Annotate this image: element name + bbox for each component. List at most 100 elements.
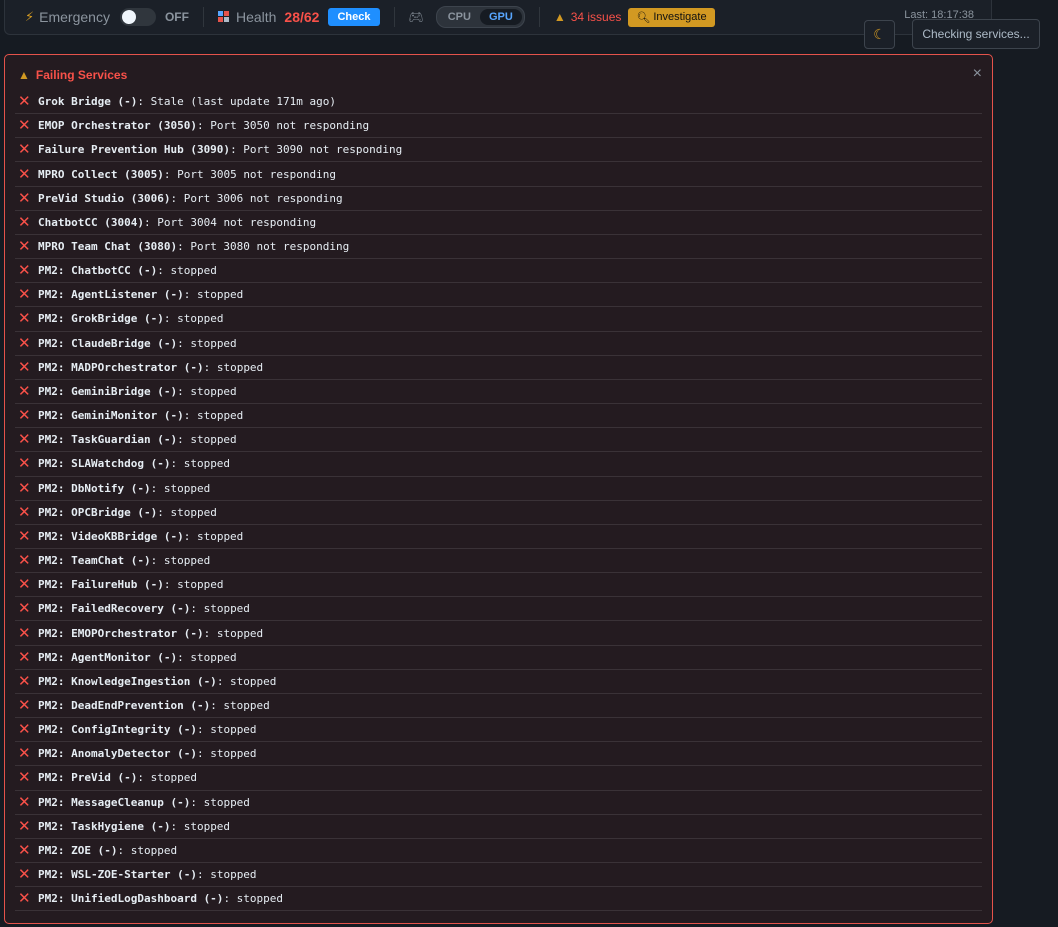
service-status: : stopped bbox=[183, 529, 244, 543]
error-x-icon: ✕ bbox=[18, 213, 31, 231]
error-x-icon: ✕ bbox=[18, 93, 31, 111]
list-item: ✕ PM2: MessageCleanup (-): stopped bbox=[15, 791, 982, 815]
error-x-icon: ✕ bbox=[18, 866, 31, 884]
service-name: PM2: FailedRecovery (-) bbox=[38, 602, 191, 616]
service-text: PM2: KnowledgeIngestion (-): stopped bbox=[38, 675, 276, 688]
service-name: PM2: ChatbotCC (-) bbox=[38, 264, 158, 278]
service-name: MPRO Collect (3005) bbox=[38, 167, 164, 181]
status-toast: Checking services... bbox=[912, 19, 1040, 49]
error-x-icon: ✕ bbox=[18, 527, 31, 545]
health-value: 28/62 bbox=[284, 9, 320, 25]
service-name: EMOP Orchestrator (3050) bbox=[38, 119, 197, 133]
list-item: ✕ PM2: TaskHygiene (-): stopped bbox=[15, 815, 982, 839]
list-item: ✕ EMOP Orchestrator (3050): Port 3050 not… bbox=[15, 114, 982, 139]
service-name: PM2: TaskGuardian (-) bbox=[38, 433, 178, 447]
emergency-label: Emergency bbox=[39, 9, 110, 25]
service-status: : stopped bbox=[183, 288, 244, 302]
service-text: PM2: GrokBridge (-): stopped bbox=[38, 312, 223, 325]
service-text: PM2: MessageCleanup (-): stopped bbox=[38, 796, 250, 809]
emergency-toggle[interactable] bbox=[119, 8, 156, 26]
list-item: ✕ PM2: OPCBridge (-): stopped bbox=[15, 501, 982, 525]
top-status-bar: ⚡ Emergency OFF Health 28/62 Check 🎮︎ CP… bbox=[4, 0, 992, 35]
service-name: PM2: AgentMonitor (-) bbox=[38, 650, 178, 664]
list-item: ✕ PM2: GeminiBridge (-): stopped bbox=[15, 380, 982, 405]
service-status: : stopped bbox=[177, 433, 237, 447]
moon-icon: ☾ bbox=[873, 26, 886, 42]
service-status: : stopped bbox=[196, 868, 257, 882]
compute-section: 🎮︎ CPU GPU bbox=[409, 0, 525, 34]
service-text: PM2: ChatbotCC (-): stopped bbox=[38, 264, 217, 277]
error-x-icon: ✕ bbox=[18, 817, 31, 835]
service-text: PM2: FailureHub (-): stopped bbox=[38, 578, 223, 591]
service-text: PM2: GeminiBridge (-): stopped bbox=[38, 385, 237, 398]
close-icon[interactable]: × bbox=[973, 66, 982, 82]
service-name: PM2: GeminiMonitor (-) bbox=[38, 409, 184, 423]
error-x-icon: ✕ bbox=[18, 455, 31, 473]
service-status: : stopped bbox=[177, 336, 237, 350]
service-name: PM2: UnifiedLogDashboard (-) bbox=[38, 892, 224, 906]
service-status: : stopped bbox=[150, 554, 211, 568]
list-item: ✕ PM2: VideoKBBridge (-): stopped bbox=[15, 525, 982, 549]
list-item: ✕ PM2: PreVid (-): stopped bbox=[15, 766, 982, 791]
toggle-knob bbox=[121, 10, 136, 24]
error-x-icon: ✕ bbox=[18, 721, 31, 739]
error-x-icon: ✕ bbox=[18, 624, 31, 642]
service-text: ChatbotCC (3004): Port 3004 not respondi… bbox=[38, 216, 316, 229]
issues-count[interactable]: 34 issues bbox=[571, 10, 622, 24]
error-x-icon: ✕ bbox=[18, 793, 31, 811]
service-text: PM2: TaskHygiene (-): stopped bbox=[38, 820, 230, 833]
error-x-icon: ✕ bbox=[18, 358, 31, 376]
panel-header: ▲ Failing Services bbox=[18, 68, 127, 82]
list-item: ✕ PreVid Studio (3006): Port 3006 not res… bbox=[15, 187, 982, 211]
warning-icon: ▲ bbox=[553, 10, 566, 24]
cpu-option[interactable]: CPU bbox=[439, 9, 480, 25]
service-text: PM2: ClaudeBridge (-): stopped bbox=[38, 337, 237, 350]
list-item: ✕ PM2: TeamChat (-): stopped bbox=[15, 549, 982, 574]
service-name: PM2: TeamChat (-) bbox=[38, 554, 151, 568]
magnifier-icon: 🔍︎ bbox=[636, 11, 651, 24]
list-item: ✕ PM2: AgentListener (-): stopped bbox=[15, 283, 982, 308]
service-name: PM2: EMOPOrchestrator (-) bbox=[38, 626, 204, 640]
service-status: : stopped bbox=[223, 892, 284, 906]
check-button[interactable]: Check bbox=[328, 8, 380, 26]
error-x-icon: ✕ bbox=[18, 407, 31, 425]
error-x-icon: ✕ bbox=[18, 576, 31, 594]
investigate-label: Investigate bbox=[653, 11, 707, 23]
theme-toggle-button[interactable]: ☾ bbox=[864, 20, 895, 49]
service-text: MPRO Team Chat (3080): Port 3080 not res… bbox=[38, 240, 349, 253]
list-item: ✕ PM2: FailedRecovery (-): stopped bbox=[15, 597, 982, 622]
list-item: ✕ Failure Prevention Hub (3090): Port 309… bbox=[15, 138, 982, 163]
investigate-button[interactable]: 🔍︎ Investigate bbox=[628, 7, 715, 27]
service-name: PM2: ZOE (-) bbox=[38, 843, 118, 857]
service-name: PM2: AnomalyDetector (-) bbox=[38, 747, 197, 761]
service-name: PM2: WSL-ZOE-Starter (-) bbox=[38, 868, 197, 882]
service-name: PM2: MessageCleanup (-) bbox=[38, 795, 191, 809]
error-x-icon: ✕ bbox=[18, 334, 31, 352]
list-item: ✕ PM2: MADPOrchestrator (-): stopped bbox=[15, 356, 982, 380]
service-name: PM2: AgentListener (-) bbox=[38, 288, 184, 302]
error-x-icon: ✕ bbox=[18, 841, 31, 859]
service-status: : Stale (last update 171m ago) bbox=[137, 95, 337, 109]
service-text: PM2: OPCBridge (-): stopped bbox=[38, 506, 217, 519]
service-name: Grok Bridge (-) bbox=[38, 95, 138, 109]
service-status: : Port 3006 not responding bbox=[170, 191, 343, 205]
error-x-icon: ✕ bbox=[18, 696, 31, 714]
service-text: PM2: TeamChat (-): stopped bbox=[38, 554, 210, 567]
service-status: : stopped bbox=[203, 626, 264, 640]
lightning-icon: ⚡ bbox=[25, 9, 35, 24]
panel-title: Failing Services bbox=[35, 68, 128, 82]
service-name: PM2: FailureHub (-) bbox=[38, 578, 164, 592]
gpu-option[interactable]: GPU bbox=[479, 9, 522, 25]
service-status: : stopped bbox=[157, 505, 217, 519]
list-item: ✕ PM2: KnowledgeIngestion (-): stopped bbox=[15, 670, 982, 694]
error-x-icon: ✕ bbox=[18, 648, 31, 666]
error-x-icon: ✕ bbox=[18, 600, 31, 618]
divider bbox=[538, 7, 540, 27]
service-name: PM2: TaskHygiene (-) bbox=[38, 819, 171, 833]
list-item: ✕ PM2: FailureHub (-): stopped bbox=[15, 573, 982, 598]
gamepad-icon: 🎮︎ bbox=[408, 10, 424, 24]
list-item: ✕ PM2: ChatbotCC (-): stopped bbox=[15, 259, 982, 284]
service-text: MPRO Collect (3005): Port 3005 not respo… bbox=[38, 168, 336, 181]
service-status: : stopped bbox=[163, 578, 224, 592]
list-item: ✕ Grok Bridge (-): Stale (last update 171… bbox=[15, 90, 982, 115]
